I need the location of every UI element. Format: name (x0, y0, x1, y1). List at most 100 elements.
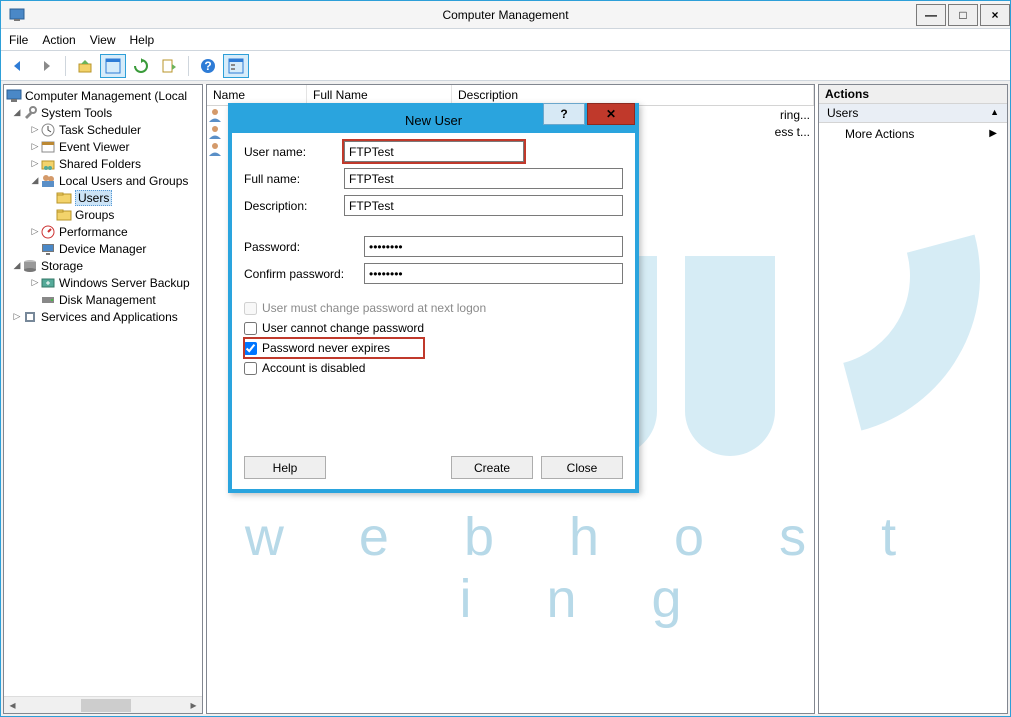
tree-device-mgr[interactable]: Device Manager (4, 240, 202, 257)
close-button[interactable]: Close (541, 456, 623, 479)
col-name[interactable]: Name (207, 85, 307, 105)
tree-device-mgr-label: Device Manager (59, 242, 146, 256)
username-input[interactable] (344, 141, 524, 162)
actions-more-label: More Actions (845, 127, 914, 141)
treeview[interactable]: Computer Management (Local ◢ System Tool… (4, 85, 202, 327)
tree-storage[interactable]: ◢ Storage (4, 257, 202, 274)
expand-icon[interactable]: ▷ (12, 311, 22, 322)
help-button[interactable]: Help (244, 456, 326, 479)
collapse-icon[interactable]: ◢ (12, 107, 22, 118)
collapse-icon[interactable]: ◢ (30, 175, 40, 186)
tree-users[interactable]: Users (4, 189, 202, 206)
tree-shared-folders-label: Shared Folders (59, 157, 141, 171)
export-button[interactable] (156, 54, 182, 78)
storage-icon (22, 258, 38, 274)
dialog-body: User name: Full name: Description: Passw… (232, 133, 635, 398)
backup-icon (40, 275, 56, 291)
close-window-button[interactable]: × (980, 4, 1010, 26)
row-description: Description: (244, 195, 623, 216)
cannot-label: User cannot change password (262, 321, 424, 335)
scroll-thumb[interactable] (81, 699, 131, 712)
label-password: Password: (244, 240, 364, 254)
tree-root-label: Computer Management (Local (25, 89, 187, 103)
expand-icon[interactable]: ▷ (30, 141, 40, 152)
mustchange-checkbox (244, 302, 257, 315)
tree-groups[interactable]: Groups (4, 206, 202, 223)
tree-disk-mgmt-label: Disk Management (59, 293, 156, 307)
window-title: Computer Management (442, 8, 568, 22)
menu-help[interactable]: Help (130, 33, 155, 47)
actions-more[interactable]: More Actions ▶ (819, 123, 1007, 145)
tree-system-tools[interactable]: ◢ System Tools (4, 104, 202, 121)
tools-icon (22, 105, 38, 121)
device-icon (40, 241, 56, 257)
disk-icon (40, 292, 56, 308)
menu-view[interactable]: View (90, 33, 116, 47)
dialog-help-button[interactable]: ? (543, 103, 585, 125)
properties-button[interactable] (223, 54, 249, 78)
disabled-checkbox[interactable] (244, 362, 257, 375)
actions-section[interactable]: Users ▲ (819, 104, 1007, 123)
services-icon (22, 309, 38, 325)
tree-local-users[interactable]: ◢ Local Users and Groups (4, 172, 202, 189)
never-label: Password never expires (262, 341, 390, 355)
col-fullname[interactable]: Full Name (307, 85, 452, 105)
check-cannot[interactable]: User cannot change password (244, 318, 623, 338)
scroll-right-icon[interactable]: ▸ (185, 698, 202, 713)
expand-icon[interactable]: ▷ (30, 277, 40, 288)
never-checkbox[interactable] (244, 342, 257, 355)
tree-event-viewer[interactable]: ▷ Event Viewer (4, 138, 202, 155)
row-confirm: Confirm password: (244, 263, 623, 284)
cannot-checkbox[interactable] (244, 322, 257, 335)
tree-wsbackup-label: Windows Server Backup (59, 276, 190, 290)
folder-icon (56, 190, 72, 206)
computer-icon (6, 88, 22, 104)
up-button[interactable] (72, 54, 98, 78)
minimize-button[interactable]: — (916, 4, 946, 26)
label-confirm: Confirm password: (244, 267, 364, 281)
forward-button[interactable] (33, 54, 59, 78)
menu-file[interactable]: File (9, 33, 28, 47)
row-password: Password: (244, 236, 623, 257)
tree-task-sched-label: Task Scheduler (59, 123, 141, 137)
check-mustchange: User must change password at next logon (244, 298, 623, 318)
col-description[interactable]: Description (452, 85, 814, 105)
tree-services-apps[interactable]: ▷ Services and Applications (4, 308, 202, 325)
dialog-titlebar: New User ? ✕ (232, 107, 635, 133)
collapse-icon[interactable]: ▲ (990, 107, 999, 117)
menu-action[interactable]: Action (42, 33, 75, 47)
tree-hscroll[interactable]: ◂ ▸ (4, 696, 202, 713)
toolbar: ? (1, 51, 1010, 81)
expand-icon[interactable]: ▷ (30, 226, 40, 237)
fullname-input[interactable] (344, 168, 623, 189)
confirm-input[interactable] (364, 263, 623, 284)
titlebar: Computer Management — □ × (1, 1, 1010, 29)
expand-icon[interactable]: ▷ (30, 124, 40, 135)
tree-performance-label: Performance (59, 225, 128, 239)
tree-shared-folders[interactable]: ▷ Shared Folders (4, 155, 202, 172)
show-hide-tree-button[interactable] (100, 54, 126, 78)
check-disabled[interactable]: Account is disabled (244, 358, 623, 378)
refresh-button[interactable] (128, 54, 154, 78)
description-input[interactable] (344, 195, 623, 216)
collapse-icon[interactable]: ◢ (12, 260, 22, 271)
maximize-button[interactable]: □ (948, 4, 978, 26)
password-input[interactable] (364, 236, 623, 257)
expand-icon[interactable]: ▷ (30, 158, 40, 169)
tree-disk-mgmt[interactable]: Disk Management (4, 291, 202, 308)
check-never[interactable]: Password never expires (244, 338, 424, 358)
help-button[interactable]: ? (195, 54, 221, 78)
tree-wsbackup[interactable]: ▷ Windows Server Backup (4, 274, 202, 291)
window-buttons: — □ × (914, 4, 1010, 26)
scroll-left-icon[interactable]: ◂ (4, 698, 21, 713)
dialog-close-button[interactable]: ✕ (587, 103, 635, 125)
tree-storage-label: Storage (41, 259, 83, 273)
create-button[interactable]: Create (451, 456, 533, 479)
performance-icon (40, 224, 56, 240)
back-button[interactable] (5, 54, 31, 78)
tree-performance[interactable]: ▷ Performance (4, 223, 202, 240)
tree-root[interactable]: Computer Management (Local (4, 87, 202, 104)
tree-local-users-label: Local Users and Groups (59, 174, 188, 188)
tree-task-sched[interactable]: ▷ Task Scheduler (4, 121, 202, 138)
svg-text:?: ? (204, 59, 211, 73)
